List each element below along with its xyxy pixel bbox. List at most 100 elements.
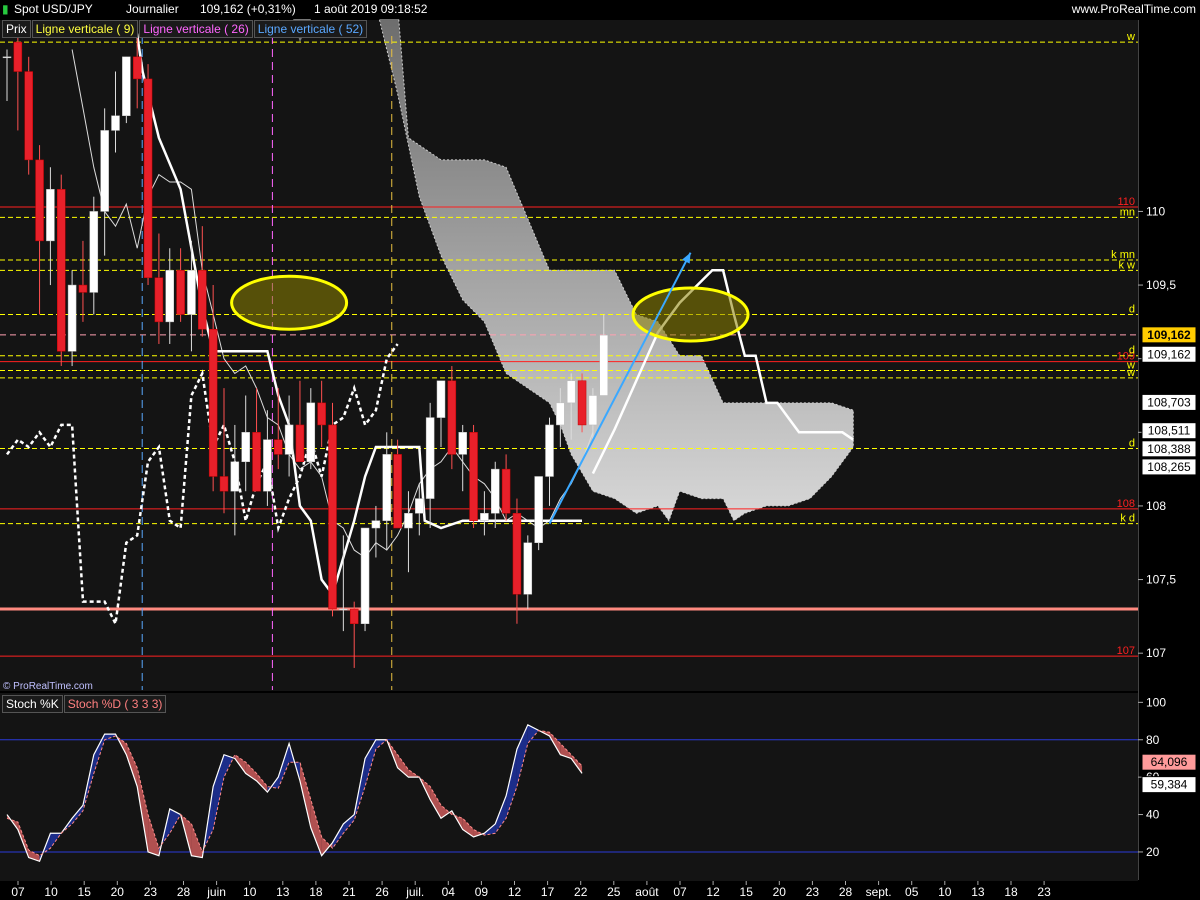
candle-body [2, 56, 12, 59]
stoch-panel [0, 693, 1138, 881]
brand-link[interactable]: www.ProRealTime.com [1072, 0, 1196, 19]
level-label-yellow: k d [1120, 513, 1135, 525]
candle-body [436, 380, 446, 418]
x-tick-label: 04 [442, 885, 456, 899]
candle-body [67, 284, 77, 352]
stoch-tick-label: 80 [1146, 733, 1160, 747]
period-label: Journalier [126, 2, 179, 16]
candle-body [360, 527, 370, 624]
candle-body [132, 56, 142, 80]
candle-body [577, 380, 587, 426]
x-tick-label: 10 [243, 885, 257, 899]
candle-body [263, 439, 272, 492]
level-label-yellow: d [1129, 438, 1135, 450]
x-tick-label: 18 [309, 885, 323, 899]
legend-prix[interactable]: Prix [2, 20, 31, 38]
candle-body [100, 130, 109, 212]
candle-body [566, 380, 576, 404]
candle-body [447, 380, 457, 455]
x-tick-label: 20 [111, 885, 125, 899]
candle-body [24, 71, 33, 161]
candle-body [512, 513, 522, 595]
legend-lv26[interactable]: Ligne verticale ( 26) [139, 20, 253, 38]
candle-body [295, 424, 305, 463]
bars-icon: ▮ [2, 2, 9, 16]
x-tick-label: 22 [574, 885, 588, 899]
price-label-text: 108,388 [1147, 442, 1191, 456]
candle-body [143, 78, 153, 278]
x-tick-label: 28 [839, 885, 853, 899]
candle-body [404, 513, 413, 529]
stoch-tick-label: 40 [1146, 808, 1160, 822]
stoch-legend: Stoch %K Stoch %D ( 3 3 3) [2, 695, 167, 713]
candle-body [415, 498, 424, 514]
copyright: © ProRealTime.com [3, 681, 93, 692]
candle-body [154, 277, 164, 323]
level-label-yellow: d [1129, 345, 1135, 357]
x-tick-label: 15 [78, 885, 92, 899]
candle-body [122, 56, 131, 116]
x-tick-label: 18 [1004, 885, 1018, 899]
legend-stoch-k[interactable]: Stoch %K [2, 695, 63, 713]
price-tick-label: 109,5 [1146, 278, 1176, 292]
x-tick-label: 25 [607, 885, 621, 899]
candle-body [523, 542, 533, 595]
x-tick-label: 17 [541, 885, 555, 899]
candle-body [328, 424, 337, 610]
candle-body [534, 476, 543, 543]
candle-body [111, 115, 120, 131]
candle-body [599, 334, 608, 396]
legend-stoch-d[interactable]: Stoch %D ( 3 3 3) [63, 695, 167, 713]
price-label-text: 108,703 [1147, 395, 1191, 409]
legend-lv52[interactable]: Ligne verticale ( 52) [253, 20, 368, 38]
price-label-text: 109,162 [1147, 328, 1191, 342]
candle-body [219, 476, 229, 492]
candle-body [78, 284, 88, 293]
price-tick-label: 108 [1146, 499, 1166, 513]
candle-body [284, 424, 294, 455]
x-tick-label: 15 [740, 885, 754, 899]
candle-body [176, 270, 185, 315]
candle-body [469, 432, 478, 521]
stoch-value-text: 64,096 [1151, 755, 1188, 769]
x-tick-label: 26 [375, 885, 389, 899]
datetime: 1 août 2019 09:18:52 [314, 2, 428, 16]
x-tick-label: 12 [508, 885, 522, 899]
x-tick-label: juil. [405, 885, 424, 899]
x-tick-label: 09 [475, 885, 489, 899]
legend-lv9[interactable]: Ligne verticale ( 9) [31, 20, 139, 38]
price-tick-label: 107,5 [1146, 573, 1176, 587]
candle-body [35, 159, 44, 242]
level-label-red: 107 [1117, 645, 1135, 657]
highlight-ellipse [631, 286, 750, 343]
x-tick-label: 23 [806, 885, 820, 899]
stoch-tick-label: 100 [1146, 695, 1166, 709]
candle-body [588, 395, 598, 426]
x-tick-label: 13 [971, 885, 985, 899]
x-tick-label: 28 [177, 885, 191, 899]
x-tick-label: 10 [44, 885, 58, 899]
instrument-name: Spot USD/JPY [14, 2, 93, 16]
candle-body [57, 189, 66, 352]
candle-body [393, 454, 402, 529]
candle-body [339, 608, 348, 611]
level-label-yellow: w [1126, 367, 1135, 379]
level-label-yellow: d [1129, 304, 1135, 316]
candle-body [425, 417, 435, 499]
x-tick-label: 07 [673, 885, 687, 899]
candle-body [317, 402, 326, 426]
price-label-text: 108,511 [1148, 424, 1191, 438]
highlight-ellipse [230, 274, 349, 331]
x-tick-label: août [635, 885, 659, 899]
candle-body [545, 424, 554, 477]
candle-body [208, 328, 218, 477]
candle-body [382, 454, 391, 521]
level-label-yellow: mn [1120, 206, 1135, 218]
candle-body [556, 402, 565, 426]
level-label-yellow: w [1126, 31, 1135, 43]
candle-body [252, 432, 261, 492]
stoch-value-text: 59,384 [1151, 778, 1188, 792]
candle-body [230, 461, 240, 492]
price-tick-label: 107 [1146, 646, 1166, 660]
price-tick-label: 110 [1146, 204, 1165, 218]
